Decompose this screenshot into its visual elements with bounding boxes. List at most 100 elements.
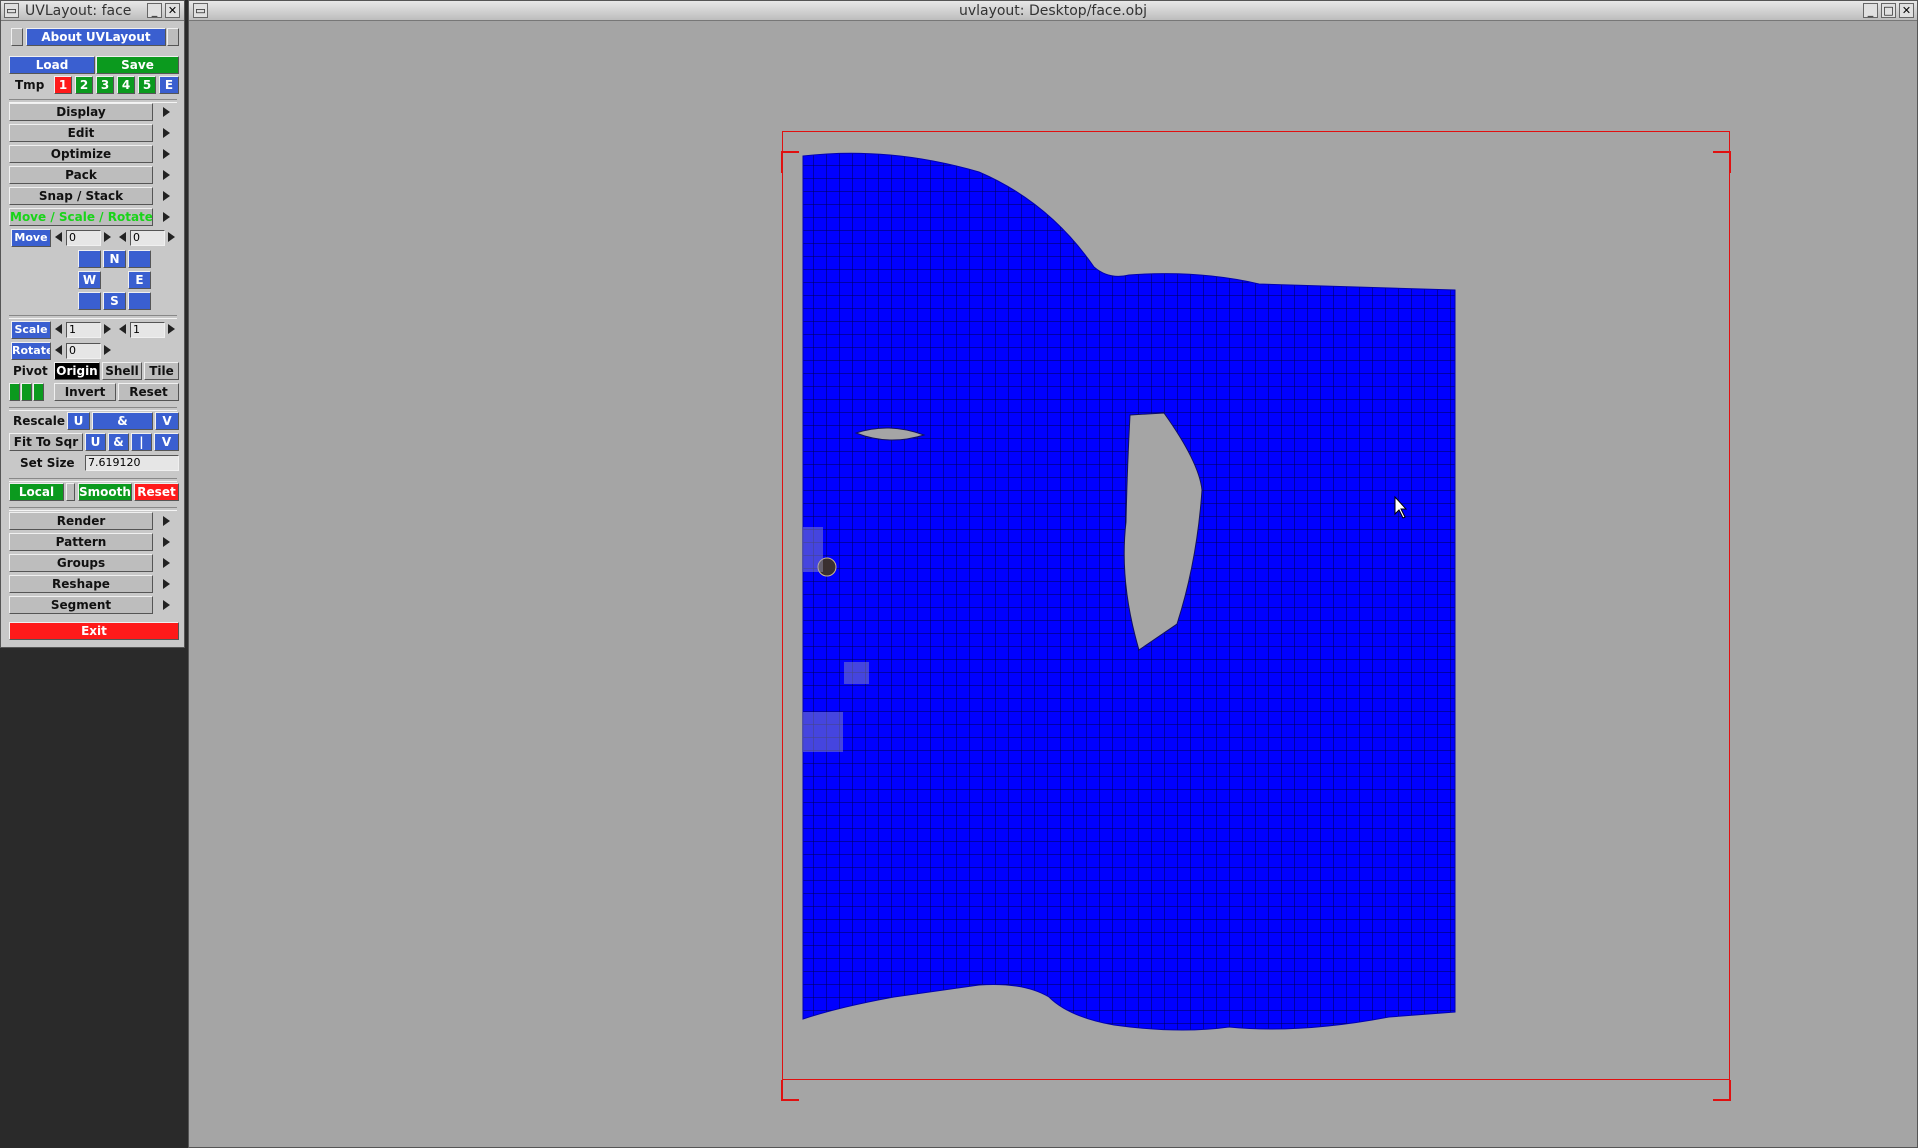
fit-separator-button[interactable]: | (131, 433, 152, 451)
edit-menu-button[interactable]: Edit (9, 124, 153, 142)
fit-both-button[interactable]: & (108, 433, 129, 451)
rotate-button[interactable]: Rotate (11, 342, 51, 360)
pattern-expand-icon[interactable] (163, 537, 170, 547)
move-u-increment-icon[interactable] (104, 232, 111, 242)
minimize-icon[interactable]: _ (147, 3, 162, 18)
uvlayout-tool-palette: ▭ UVLayout: face _ ✕ About UVLayout Load… (0, 0, 185, 648)
nudge-ne-button[interactable] (128, 250, 151, 268)
rescale-v-button[interactable]: V (155, 412, 179, 430)
load-button[interactable]: Load (9, 56, 95, 74)
save-button[interactable]: Save (96, 56, 179, 74)
move-scale-rotate-expand-icon[interactable] (163, 212, 170, 222)
tmp-slot-5[interactable]: 5 (138, 76, 156, 94)
smooth-button[interactable]: Smooth (78, 483, 132, 501)
tmp-slot-e[interactable]: E (159, 76, 179, 94)
segment-expand-icon[interactable] (163, 600, 170, 610)
pivot-origin-button[interactable]: Origin (54, 362, 100, 380)
scale-button[interactable]: Scale (11, 321, 51, 339)
fit-v-button[interactable]: V (154, 433, 179, 451)
scale-u-field[interactable]: 1 (66, 322, 101, 338)
uv-mesh-canvas[interactable] (189, 22, 1917, 1147)
reshape-menu-button[interactable]: Reshape (9, 575, 153, 593)
viewer-titlebar[interactable]: ▭ uvlayout: Desktop/face.obj _ □ ✕ (189, 1, 1917, 21)
scale-v-field[interactable]: 1 (130, 322, 165, 338)
divider (9, 315, 177, 319)
uv-corner-marker (1713, 1080, 1731, 1101)
tmp-slot-4[interactable]: 4 (117, 76, 135, 94)
scale-v-decrement-icon[interactable] (119, 324, 126, 334)
window-menu-icon[interactable]: ▭ (193, 3, 208, 18)
edit-expand-icon[interactable] (163, 128, 170, 138)
flip-toggle-2[interactable] (21, 383, 32, 401)
tmp-slot-2[interactable]: 2 (75, 76, 93, 94)
move-v-decrement-icon[interactable] (119, 232, 126, 242)
about-left-handle[interactable] (11, 28, 23, 46)
scale-u-increment-icon[interactable] (104, 324, 111, 334)
minimize-icon[interactable]: _ (1863, 3, 1878, 18)
close-icon[interactable]: ✕ (1899, 3, 1914, 18)
move-scale-rotate-menu-button[interactable]: Move / Scale / Rotate (9, 208, 153, 226)
segment-menu-button[interactable]: Segment (9, 596, 153, 614)
optimize-menu-button[interactable]: Optimize (9, 145, 153, 163)
display-menu-button[interactable]: Display (9, 103, 153, 121)
dense-region (803, 712, 843, 752)
nudge-east-button[interactable]: E (128, 271, 151, 289)
flip-toggle-3[interactable] (33, 383, 44, 401)
nudge-south-button[interactable]: S (103, 292, 126, 310)
groups-expand-icon[interactable] (163, 558, 170, 568)
groups-menu-button[interactable]: Groups (9, 554, 153, 572)
nudge-west-button[interactable]: W (78, 271, 101, 289)
pack-menu-button[interactable]: Pack (9, 166, 153, 184)
pattern-menu-button[interactable]: Pattern (9, 533, 153, 551)
scale-v-increment-icon[interactable] (168, 324, 175, 334)
reset-red-button[interactable]: Reset (134, 483, 179, 501)
nudge-se-button[interactable] (128, 292, 151, 310)
scale-u-decrement-icon[interactable] (55, 324, 62, 334)
reset-transform-button[interactable]: Reset (118, 383, 179, 401)
nudge-sw-button[interactable] (78, 292, 101, 310)
move-v-field[interactable]: 0 (130, 230, 165, 246)
rotate-increment-icon[interactable] (104, 345, 111, 355)
pivot-shell-button[interactable]: Shell (102, 362, 142, 380)
about-right-handle[interactable] (167, 28, 179, 46)
tmp-slot-3[interactable]: 3 (96, 76, 114, 94)
optimize-expand-icon[interactable] (163, 149, 170, 159)
tmp-label: Tmp (15, 78, 45, 92)
uv-corner-marker (781, 151, 799, 173)
exit-button[interactable]: Exit (9, 622, 179, 640)
local-option-toggle[interactable] (66, 483, 75, 501)
rotate-field[interactable]: 0 (66, 343, 101, 359)
rotate-decrement-icon[interactable] (55, 345, 62, 355)
local-button[interactable]: Local (9, 483, 64, 501)
move-v-increment-icon[interactable] (168, 232, 175, 242)
about-uvlayout-button[interactable]: About UVLayout (26, 28, 166, 46)
render-expand-icon[interactable] (163, 516, 170, 526)
window-menu-icon[interactable]: ▭ (4, 3, 19, 18)
set-size-field[interactable]: 7.619120 (85, 455, 179, 471)
snap-stack-expand-icon[interactable] (163, 191, 170, 201)
display-expand-icon[interactable] (163, 107, 170, 117)
move-u-field[interactable]: 0 (66, 230, 101, 246)
nudge-north-button[interactable]: N (103, 250, 126, 268)
pack-expand-icon[interactable] (163, 170, 170, 180)
uv-viewport-window[interactable]: ▭ uvlayout: Desktop/face.obj _ □ ✕ (188, 0, 1918, 1148)
pivot-tile-button[interactable]: Tile (144, 362, 179, 380)
fit-to-sqr-button[interactable]: Fit To Sqr (9, 433, 83, 451)
render-menu-button[interactable]: Render (9, 512, 153, 530)
palette-titlebar[interactable]: ▭ UVLayout: face _ ✕ (1, 1, 184, 21)
move-button[interactable]: Move (11, 229, 51, 247)
maximize-icon[interactable]: □ (1881, 3, 1896, 18)
rescale-u-button[interactable]: U (67, 412, 90, 430)
rescale-both-button[interactable]: & (92, 412, 153, 430)
snap-stack-menu-button[interactable]: Snap / Stack (9, 187, 153, 205)
invert-button[interactable]: Invert (54, 383, 116, 401)
close-icon[interactable]: ✕ (165, 3, 180, 18)
divider (9, 407, 177, 411)
tmp-slot-1[interactable]: 1 (54, 76, 72, 94)
move-u-decrement-icon[interactable] (55, 232, 62, 242)
reshape-expand-icon[interactable] (163, 579, 170, 589)
fit-u-button[interactable]: U (85, 433, 106, 451)
uv-corner-marker (781, 1080, 799, 1101)
flip-toggle-1[interactable] (9, 383, 20, 401)
nudge-nw-button[interactable] (78, 250, 101, 268)
